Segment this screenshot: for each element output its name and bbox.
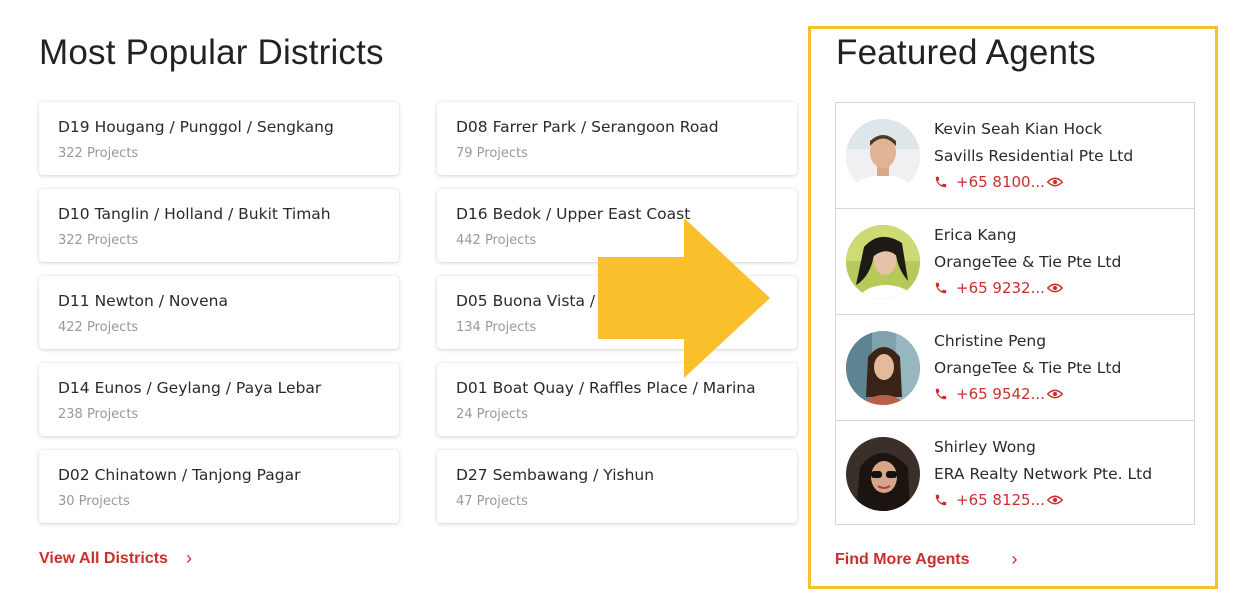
agent-card-erica-kang[interactable]: Erica Kang OrangeTee & Tie Pte Ltd +65 9… xyxy=(836,209,1194,315)
district-project-count: 30 Projects xyxy=(58,494,130,509)
avatar xyxy=(846,331,920,405)
chevron-right-icon: › xyxy=(1011,549,1018,569)
agent-phone-number: +65 8125... xyxy=(956,491,1045,509)
avatar xyxy=(846,225,920,299)
district-name: D19 Hougang / Punggol / Sengkang xyxy=(58,118,334,136)
eye-icon[interactable] xyxy=(1046,176,1063,188)
agents-section-title: Featured Agents xyxy=(836,33,1096,72)
view-all-districts-label: View All Districts xyxy=(39,549,168,567)
district-project-count: 422 Projects xyxy=(58,320,139,335)
district-card-d19[interactable]: D19 Hougang / Punggol / Sengkang 322 Pro… xyxy=(39,102,399,175)
district-card-d14[interactable]: D14 Eunos / Geylang / Paya Lebar 238 Pro… xyxy=(39,363,399,436)
district-card-d27[interactable]: D27 Sembawang / Yishun 47 Projects xyxy=(437,450,797,523)
find-more-agents-link[interactable]: Find More Agents › xyxy=(835,549,1018,570)
agent-name: Erica Kang xyxy=(934,226,1017,244)
district-name: D01 Boat Quay / Raffles Place / Marina xyxy=(456,379,756,397)
district-card-d01[interactable]: D01 Boat Quay / Raffles Place / Marina 2… xyxy=(437,363,797,436)
view-all-districts-link[interactable]: View All Districts › xyxy=(39,548,192,569)
district-name: D05 Buona Vista / ... xyxy=(456,292,615,310)
district-project-count: 322 Projects xyxy=(58,233,139,248)
eye-icon[interactable] xyxy=(1046,494,1063,506)
phone-icon xyxy=(934,493,948,507)
eye-icon[interactable] xyxy=(1046,388,1063,400)
chevron-right-icon: › xyxy=(185,548,192,568)
agent-phone-number: +65 9232... xyxy=(956,279,1045,297)
agent-card-kevin-seah[interactable]: Kevin Seah Kian Hock Savills Residential… xyxy=(836,103,1194,209)
district-name: D10 Tanglin / Holland / Bukit Timah xyxy=(58,205,331,223)
agent-phone-reveal[interactable]: +65 9542... xyxy=(934,385,1063,403)
district-name: D02 Chinatown / Tanjong Pagar xyxy=(58,466,301,484)
district-card-d10[interactable]: D10 Tanglin / Holland / Bukit Timah 322 … xyxy=(39,189,399,262)
district-name: D14 Eunos / Geylang / Paya Lebar xyxy=(58,379,322,397)
avatar xyxy=(846,437,920,511)
district-project-count: 47 Projects xyxy=(456,494,528,509)
phone-icon xyxy=(934,175,948,189)
agent-name: Kevin Seah Kian Hock xyxy=(934,120,1103,138)
district-card-d08[interactable]: D08 Farrer Park / Serangoon Road 79 Proj… xyxy=(437,102,797,175)
district-name: D16 Bedok / Upper East Coast xyxy=(456,205,691,223)
agent-phone-number: +65 8100... xyxy=(956,173,1045,191)
district-project-count: 442 Projects xyxy=(456,233,537,248)
district-card-d05[interactable]: D05 Buona Vista / ... 134 Projects xyxy=(437,276,797,349)
district-name: D11 Newton / Novena xyxy=(58,292,228,310)
find-more-agents-label: Find More Agents xyxy=(835,550,970,568)
agent-agency: ERA Realty Network Pte. Ltd xyxy=(934,465,1153,483)
district-name: D08 Farrer Park / Serangoon Road xyxy=(456,118,719,136)
agent-name: Christine Peng xyxy=(934,332,1047,350)
eye-icon[interactable] xyxy=(1046,282,1063,294)
agent-card-shirley-wong[interactable]: Shirley Wong ERA Realty Network Pte. Ltd… xyxy=(836,421,1194,527)
agent-agency: OrangeTee & Tie Pte Ltd xyxy=(934,253,1122,271)
featured-agents-list: Kevin Seah Kian Hock Savills Residential… xyxy=(835,102,1195,525)
district-project-count: 238 Projects xyxy=(58,407,139,422)
districts-section-title: Most Popular Districts xyxy=(39,33,384,72)
district-project-count: 24 Projects xyxy=(456,407,528,422)
agent-name: Shirley Wong xyxy=(934,438,1036,456)
agent-phone-reveal[interactable]: +65 9232... xyxy=(934,279,1063,297)
district-card-d02[interactable]: D02 Chinatown / Tanjong Pagar 30 Project… xyxy=(39,450,399,523)
agent-card-christine-peng[interactable]: Christine Peng OrangeTee & Tie Pte Ltd +… xyxy=(836,315,1194,421)
agent-phone-number: +65 9542... xyxy=(956,385,1045,403)
agent-agency: OrangeTee & Tie Pte Ltd xyxy=(934,359,1122,377)
district-project-count: 79 Projects xyxy=(456,146,528,161)
phone-icon xyxy=(934,387,948,401)
district-project-count: 322 Projects xyxy=(58,146,139,161)
district-card-d11[interactable]: D11 Newton / Novena 422 Projects xyxy=(39,276,399,349)
district-name: D27 Sembawang / Yishun xyxy=(456,466,655,484)
agent-agency: Savills Residential Pte Ltd xyxy=(934,147,1134,165)
district-card-d16[interactable]: D16 Bedok / Upper East Coast 442 Project… xyxy=(437,189,797,262)
district-project-count: 134 Projects xyxy=(456,320,537,335)
agent-phone-reveal[interactable]: +65 8100... xyxy=(934,173,1063,191)
avatar xyxy=(846,119,920,193)
agent-phone-reveal[interactable]: +65 8125... xyxy=(934,491,1063,509)
phone-icon xyxy=(934,281,948,295)
